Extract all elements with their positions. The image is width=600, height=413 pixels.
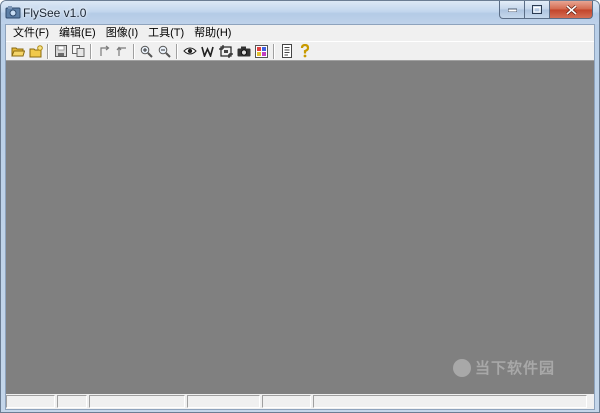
- toolbar-separator: [176, 43, 178, 59]
- status-pane: [6, 395, 55, 408]
- capture-icon: [218, 44, 233, 58]
- status-pane: [187, 395, 260, 408]
- capture-button[interactable]: [217, 43, 234, 60]
- watermark-logo-icon: [453, 358, 471, 377]
- toolbar-separator: [133, 43, 135, 59]
- maximize-button[interactable]: [525, 1, 550, 19]
- open-folder-icon: [10, 47, 25, 57]
- rotate-left-button[interactable]: [95, 43, 112, 60]
- maximize-icon: [532, 5, 542, 14]
- app-logo-icon: [5, 6, 21, 19]
- menu-tools[interactable]: 工具(T): [143, 25, 189, 41]
- status-bar: [6, 394, 594, 409]
- properties-button[interactable]: [278, 43, 295, 60]
- status-pane: [313, 395, 587, 408]
- toolbar-separator: [47, 43, 49, 59]
- menu-help[interactable]: 帮助(H): [189, 25, 236, 41]
- watermark: 当下软件园: [453, 357, 555, 378]
- copy-button[interactable]: [70, 43, 87, 60]
- status-pane: [89, 395, 185, 408]
- title-bar[interactable]: FlySee v1.0: [1, 1, 599, 24]
- minimize-button[interactable]: [499, 1, 525, 19]
- zoom-out-button[interactable]: [156, 43, 173, 60]
- close-icon: [565, 4, 577, 15]
- copy-icon: [72, 45, 85, 57]
- eye-icon: [182, 47, 197, 55]
- toolbar-separator: [90, 43, 92, 59]
- rotate-left-icon: [99, 45, 109, 56]
- status-pane: [262, 395, 311, 408]
- rotate-right-icon: [116, 46, 126, 56]
- wallpaper-icon: [201, 46, 214, 57]
- minimize-icon: [507, 8, 517, 12]
- zoom-in-icon: [140, 45, 153, 58]
- image-canvas[interactable]: [6, 61, 594, 394]
- help-icon: [300, 44, 309, 58]
- document-icon: [281, 44, 292, 58]
- help-button[interactable]: [296, 43, 313, 60]
- menu-file[interactable]: 文件(F): [8, 25, 54, 41]
- caption-buttons: [499, 1, 593, 19]
- menu-edit[interactable]: 编辑(E): [54, 25, 101, 41]
- palette-button[interactable]: [253, 43, 270, 60]
- toolbar: [6, 41, 594, 61]
- zoom-out-icon: [158, 45, 171, 58]
- camera-button[interactable]: [235, 43, 252, 60]
- menu-image[interactable]: 图像(I): [101, 25, 143, 41]
- client-area: 文件(F) 编辑(E) 图像(I) 工具(T) 帮助(H): [5, 24, 595, 410]
- palette-icon: [255, 44, 268, 58]
- status-pane: [57, 395, 87, 408]
- app-window: FlySee v1.0 文件(F) 编辑(E) 图像(I) 工具(T) 帮助(H…: [0, 0, 600, 413]
- toolbar-separator: [273, 43, 275, 59]
- rotate-right-button[interactable]: [113, 43, 130, 60]
- menu-bar: 文件(F) 编辑(E) 图像(I) 工具(T) 帮助(H): [6, 25, 594, 41]
- window-title: FlySee v1.0: [23, 6, 87, 20]
- browse-button[interactable]: [27, 43, 44, 60]
- save-icon: [54, 45, 67, 57]
- new-folder-icon: [29, 44, 43, 57]
- view-button[interactable]: [181, 43, 198, 60]
- watermark-text: 当下软件园: [475, 360, 556, 377]
- close-button[interactable]: [550, 1, 593, 19]
- wallpaper-button[interactable]: [199, 43, 216, 60]
- save-button[interactable]: [52, 43, 69, 60]
- camera-icon: [237, 46, 250, 56]
- open-button[interactable]: [9, 43, 26, 60]
- zoom-in-button[interactable]: [138, 43, 155, 60]
